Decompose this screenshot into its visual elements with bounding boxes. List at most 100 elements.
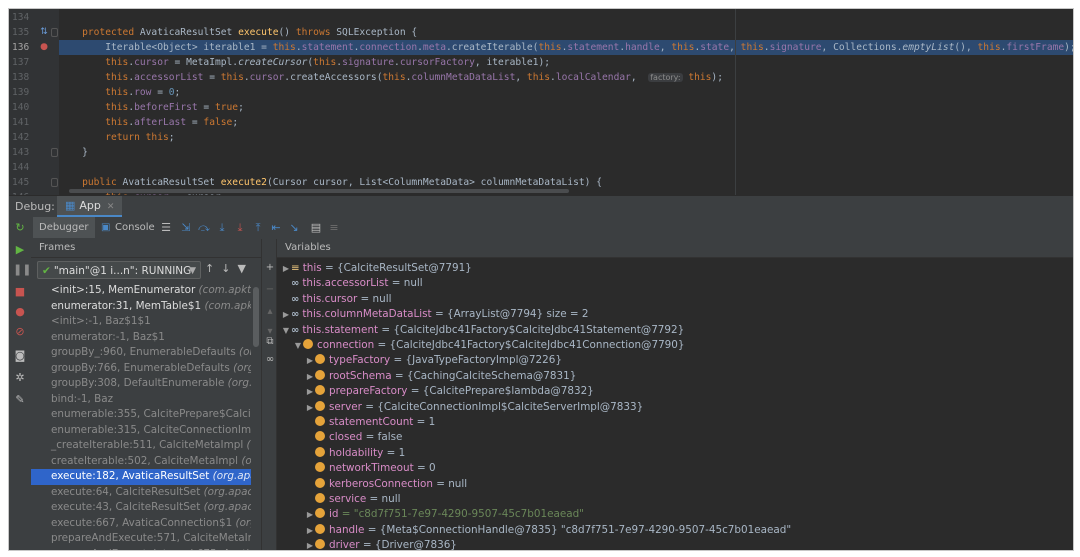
variable-row[interactable]: kerberosConnection = null	[305, 477, 467, 493]
filter-icon[interactable]: ▼	[237, 262, 245, 275]
resume-program-icon[interactable]: ▶	[13, 243, 27, 257]
pin-icon[interactable]: ✎	[13, 393, 27, 407]
variable-row[interactable]: ▶ handle = {Meta$ConnectionHandle@7835} "…	[305, 523, 791, 539]
debug-run-tab[interactable]: ▦ App ✕	[57, 196, 123, 217]
code-line[interactable]: this.accessorList = this.cursor.createAc…	[59, 70, 1073, 85]
variable-row[interactable]: ▶ ≡ this = {CalciteResultSet@7791}	[281, 261, 472, 277]
stack-frame-item[interactable]: groupBy:766, EnumerableDefaults (org.apa…	[31, 361, 251, 377]
gutter-line[interactable]: 145	[9, 175, 59, 190]
stack-frame-item[interactable]: enumerator:-1, Baz$1	[31, 330, 251, 346]
drop-frame-icon[interactable]: ⇤	[269, 221, 283, 235]
gutter-line[interactable]: 138	[9, 70, 59, 85]
gutter-line[interactable]: 136 ●	[9, 40, 59, 55]
stack-frame-item[interactable]: groupBy:308, DefaultEnumerable (org.apac…	[31, 376, 251, 392]
variable-row[interactable]: ▶ server = {CalciteConnectionImpl$Calcite…	[305, 400, 643, 416]
stack-frame-item[interactable]: bind:-1, Baz	[31, 392, 251, 408]
stack-frame-item[interactable]: execute:667, AvaticaConnection$1 (org.ap…	[31, 516, 251, 532]
gutter-line[interactable]: 141	[9, 115, 59, 130]
variable-row[interactable]: ▶ typeFactory = {JavaTypeFactoryImpl@7226…	[305, 353, 562, 369]
mute-breakpoints-icon[interactable]: ⊘	[13, 325, 27, 339]
variable-row[interactable]: service = null	[305, 492, 401, 508]
variable-row[interactable]: ▶ prepareFactory = {CalcitePrepare$lambda…	[305, 384, 594, 400]
expanded-arrow-icon[interactable]: ▼	[293, 338, 303, 354]
rerun-icon[interactable]: ↻	[13, 221, 27, 235]
code-line[interactable]: return this;	[59, 130, 1073, 145]
gutter-line[interactable]: 137	[9, 55, 59, 70]
collapsed-arrow-icon[interactable]: ▶	[305, 523, 315, 539]
gutter-line[interactable]: 142	[9, 130, 59, 145]
arrow-up-icon[interactable]: ↑	[205, 262, 214, 275]
collapsed-arrow-icon[interactable]: ▶	[281, 261, 291, 277]
variable-row[interactable]: ▼ ∞ this.statement = {CalciteJdbc41Factory…	[281, 323, 684, 339]
editor-horizontal-scrollbar[interactable]	[69, 189, 569, 193]
run-to-cursor-icon[interactable]: ↘	[287, 221, 301, 235]
collapsed-arrow-icon[interactable]: ▶	[281, 307, 291, 323]
fold-marker-icon[interactable]	[51, 28, 58, 37]
trace-icon[interactable]: ≡	[327, 221, 341, 235]
code-line[interactable]: this.beforeFirst = true;	[59, 100, 1073, 115]
menu-icon[interactable]: ☰	[159, 221, 173, 235]
stack-frame-item[interactable]: <init>:-1, Baz$1$1	[31, 314, 251, 330]
fold-marker-icon[interactable]	[51, 178, 58, 187]
pause-program-icon[interactable]: ❚❚	[13, 263, 31, 277]
stop-icon[interactable]: ■	[13, 285, 27, 299]
tab-debugger[interactable]: Debugger	[33, 217, 95, 238]
code-editor[interactable]: 134135⇅136●13713813914014114214314414514…	[9, 9, 1073, 195]
variable-row[interactable]: holdability = 1	[305, 446, 405, 462]
gutter-line[interactable]: 134	[9, 10, 59, 25]
variable-row[interactable]: ▶ driver = {Driver@7836}	[305, 538, 457, 550]
step-over-icon[interactable]: ⤼	[197, 221, 211, 235]
code-line[interactable]: this.afterLast = false;	[59, 115, 1073, 130]
stack-frame-item[interactable]: execute:64, CalciteResultSet (org.apache…	[31, 485, 251, 501]
code-line[interactable]: protected AvaticaResultSet execute() thr…	[59, 25, 1073, 40]
move-up-icon[interactable]: ▴	[263, 305, 277, 319]
stack-frame-item[interactable]: groupBy_:960, EnumerableDefaults (org.ap…	[31, 345, 251, 361]
code-line[interactable]: this.cursor = MetaImpl.createCursor(this…	[59, 55, 1073, 70]
code-line[interactable]: public AvaticaResultSet execute2(Cursor …	[59, 175, 1073, 190]
add-watch-icon[interactable]: +	[263, 261, 277, 275]
variable-row[interactable]: networkTimeout = 0	[305, 461, 436, 477]
stack-frame-item[interactable]: execute:43, CalciteResultSet (org.apache…	[31, 500, 251, 516]
variable-row[interactable]: ∞ this.cursor = null	[281, 292, 392, 308]
variable-row[interactable]: ∞ this.accessorList = null	[281, 276, 423, 292]
variable-row[interactable]: ▶ id = "c8d7f751-7e97-4290-9507-45c7b01ea…	[305, 507, 584, 523]
stack-frame-item[interactable]: prepareAndExecuteInternal:675, AvaticaCo…	[31, 547, 251, 551]
variable-row[interactable]: statementCount = 1	[305, 415, 435, 431]
view-breakpoints-icon[interactable]: ●	[13, 305, 27, 319]
code-line[interactable]	[59, 10, 1073, 25]
stack-frame-item[interactable]: _createIterable:511, CalciteMetaImpl (or…	[31, 438, 251, 454]
show-execution-point-icon[interactable]: ⇲	[179, 221, 193, 235]
editor-gutter[interactable]: 134135⇅136●13713813914014114214314414514…	[9, 9, 59, 195]
variable-row[interactable]: closed = false	[305, 430, 402, 446]
remove-watch-icon[interactable]: −	[263, 283, 277, 297]
frames-list[interactable]: <init>:15, MemEnumerator (com.apktool.ca…	[31, 283, 251, 550]
show-watches-icon[interactable]: ∞	[263, 353, 277, 367]
gutter-line[interactable]: 139	[9, 85, 59, 100]
tab-console[interactable]: ▣ Console	[97, 217, 161, 238]
stack-frame-item[interactable]: enumerator:31, MemTable$1 (com.apktool.c…	[31, 299, 251, 315]
stack-frame-item[interactable]: createIterable:502, CalciteMetaImpl (org…	[31, 454, 251, 470]
collapsed-arrow-icon[interactable]: ▶	[305, 384, 315, 400]
collapsed-arrow-icon[interactable]: ▶	[305, 353, 315, 369]
copy-icon[interactable]: ⧉	[263, 335, 277, 349]
camera-icon[interactable]: ◙	[13, 349, 27, 363]
evaluate-expression-icon[interactable]: ▤	[309, 221, 323, 235]
frames-scrollbar[interactable]	[251, 283, 261, 550]
gutter-line[interactable]: 135 ⇅	[9, 25, 59, 40]
gutter-line[interactable]: 143	[9, 145, 59, 160]
gutter-line[interactable]: 140	[9, 100, 59, 115]
thread-selector[interactable]: ✔ "main"@1 i...n": RUNNING ▼	[37, 261, 201, 279]
arrow-down-icon[interactable]: ↓	[221, 262, 230, 275]
code-line[interactable]: Iterable<Object> iterable1 = this.statem…	[59, 40, 1073, 55]
collapsed-arrow-icon[interactable]: ▶	[305, 507, 315, 523]
expanded-arrow-icon[interactable]: ▼	[281, 323, 291, 339]
force-step-into-icon[interactable]: ⤓	[233, 221, 247, 235]
stack-frame-item[interactable]: <init>:15, MemEnumerator (com.apktool.ca…	[31, 283, 251, 299]
stack-frame-item[interactable]: enumerable:315, CalciteConnectionImpl (o…	[31, 423, 251, 439]
stack-frame-item[interactable]: enumerable:355, CalcitePrepare$CalciteSi…	[31, 407, 251, 423]
stack-frame-item[interactable]: prepareAndExecute:571, CalciteMetaImpl (…	[31, 531, 251, 547]
code-line[interactable]: }	[59, 145, 1073, 160]
fold-marker-icon[interactable]	[51, 148, 58, 157]
close-tab-icon[interactable]: ✕	[107, 202, 115, 212]
code-line[interactable]	[59, 160, 1073, 175]
